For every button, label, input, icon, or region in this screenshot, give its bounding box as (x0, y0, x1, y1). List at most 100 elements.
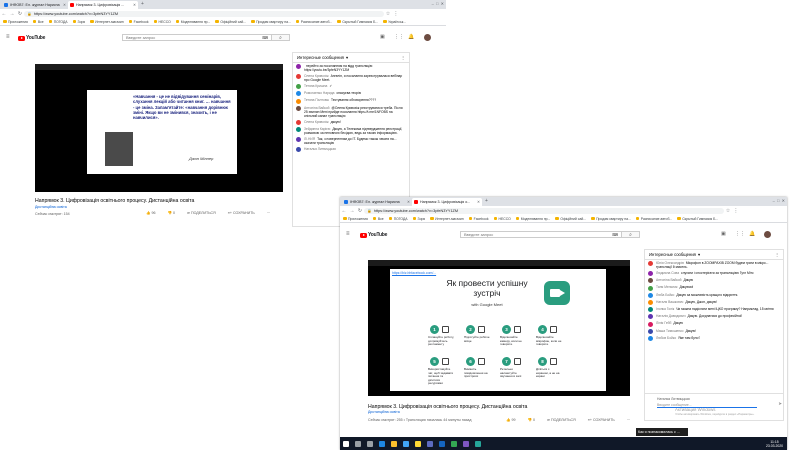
chat-message[interactable]: Зейдинна Карією Дякую, а Телекома підтвер… (293, 126, 409, 136)
save-button[interactable]: ≡+ СОХРАНИТЬ (588, 418, 621, 422)
apps-icon[interactable]: ⋮⋮ (394, 34, 404, 40)
dislike-button[interactable]: 👎 0 (527, 418, 540, 422)
menu-dots-icon[interactable]: ⋮ (401, 55, 405, 60)
avatar[interactable] (648, 335, 653, 341)
chat-message[interactable]: ЛІ.НИЯ Так, з поверненням до ІТ. Будемо т… (293, 136, 409, 146)
chat-message[interactable]: Тетяна Кришна ✓ (293, 83, 409, 90)
close-icon[interactable]: ✕ (405, 200, 410, 204)
bookmark-item[interactable]: Офіційний сай... (555, 217, 586, 221)
create-video-icon[interactable]: ▣ (721, 231, 726, 237)
chat-message[interactable]: Антоніна Вайкой Дякую (645, 277, 783, 284)
bell-icon[interactable]: 🔔 (408, 34, 414, 40)
slide-link[interactable]: https://biz.bhfacebook.com/... (392, 271, 436, 275)
chat-author[interactable]: Тетяна Кришна (304, 84, 327, 88)
bookmark-item[interactable]: Моделювання пр... (175, 20, 210, 24)
more-icon[interactable]: ⋯ (267, 211, 271, 215)
keyboard-icon[interactable]: ⌨ (262, 35, 268, 40)
save-button[interactable]: ≡+ СОХРАНИТЬ (228, 211, 261, 215)
windows-start-icon[interactable] (343, 440, 349, 447)
app-icon[interactable] (475, 440, 481, 447)
window-controls[interactable]: – □ ✕ (773, 198, 785, 203)
bookmark-item[interactable]: Моделювання пр... (515, 217, 550, 221)
chat-message[interactable]: Ілонка Голік Чи можна надіслати мені ІЦКО… (645, 306, 783, 313)
tab-journal[interactable]: ІНФОВ7: Ел. журнал Нарисна ✕ (2, 1, 68, 9)
avatar[interactable] (296, 119, 301, 125)
bookmark-item[interactable]: ПОГОДА (48, 20, 68, 24)
chat-author[interactable]: Лілія Гебб (656, 321, 671, 325)
video-player[interactable]: «Навчання - це не відвідування семінарів… (35, 64, 283, 192)
bookmark-item[interactable]: Facebook (128, 20, 149, 24)
search-button[interactable]: ⌕ (622, 231, 640, 238)
channel-name[interactable]: Дистанційна освіта (35, 205, 67, 209)
chat-author[interactable]: Таня Мельник (656, 285, 677, 289)
bookmark-item[interactable]: Продам квартиру на... (591, 217, 631, 221)
chat-author[interactable]: Любов Бойко (656, 336, 676, 340)
avatar[interactable] (296, 105, 301, 111)
close-icon[interactable]: ✕ (475, 200, 480, 204)
bookmark-item[interactable]: Зоря (72, 20, 85, 24)
chat-message[interactable]: Наталя Вашкович Дякую, Джон, дякую! (645, 299, 783, 306)
avatar[interactable] (648, 321, 653, 327)
chat-message[interactable]: Ромогаенко Нарида спасуєва теорію (293, 90, 409, 97)
word-icon[interactable] (439, 440, 445, 447)
chat-author[interactable]: Маша Тимошенко (656, 329, 683, 333)
avatar[interactable] (296, 98, 301, 104)
reload-icon[interactable]: ↻ (16, 11, 24, 17)
chat-message[interactable]: Наталія Давидович Дякую. Доєднатися до пр… (645, 313, 783, 320)
avatar[interactable] (296, 84, 301, 90)
chat-author[interactable]: Олена Кривохіж (304, 120, 329, 124)
viber-icon[interactable] (463, 440, 469, 447)
chat-message[interactable]: Олена Кривохіж дякую! (293, 119, 409, 126)
forward-icon[interactable]: → (8, 11, 16, 17)
chat-author[interactable]: Антоніна Вайкой (656, 278, 681, 282)
chat-message[interactable]: Олена Кривохіж Ангелін, я посилання зареє… (293, 73, 409, 83)
keyboard-icon[interactable]: ⌨ (612, 232, 618, 237)
hamburger-icon[interactable]: ≡ (346, 231, 350, 237)
back-icon[interactable]: ← (0, 11, 8, 17)
chat-author[interactable]: Наталя Вашкович (656, 300, 683, 304)
store-icon[interactable] (403, 440, 409, 447)
explorer-icon[interactable] (391, 440, 397, 447)
menu-dots-icon[interactable]: ⋮ (392, 11, 400, 17)
more-icon[interactable]: ⋯ (627, 418, 631, 422)
bookmark-item[interactable]: Все (32, 20, 44, 24)
edge-icon[interactable] (379, 440, 385, 447)
tab-journal[interactable]: ІНФОВ7: Ел. журнал Нарисна ✕ (342, 198, 412, 206)
app-icon[interactable] (427, 440, 433, 447)
bookmark-item[interactable]: НЕССО (493, 217, 511, 221)
chat-message[interactable]: Тетяна Палтовы Тестування обговорення???? (293, 97, 409, 104)
avatar[interactable] (648, 285, 653, 291)
search-button[interactable]: ⌕ (272, 34, 290, 41)
new-tab-icon[interactable]: + (141, 1, 144, 7)
bookmark-item[interactable]: Интернет-магазин (430, 217, 464, 221)
avatar[interactable] (648, 278, 653, 284)
bookmark-item[interactable]: Приложения (343, 217, 368, 221)
youtube-logo[interactable]: YouTube (360, 232, 387, 238)
dislike-button[interactable]: 👎 0 (167, 211, 180, 215)
youtube-logo[interactable]: YouTube (18, 35, 45, 41)
bookmark-item[interactable]: Все (372, 217, 384, 221)
chat-author[interactable]: Люба Бойко (656, 293, 674, 297)
bookmark-item[interactable]: Продам квартиру на... (251, 20, 291, 24)
share-button[interactable]: ➦ ПОДЕЛИТЬСЯ (547, 418, 582, 422)
bookmark-item[interactable]: Расписание автоб... (635, 217, 672, 221)
like-button[interactable]: 👍 99 (506, 418, 521, 422)
chat-author[interactable]: Людмила Сова (656, 271, 679, 275)
avatar[interactable] (296, 91, 301, 97)
reload-icon[interactable]: ↻ (356, 208, 364, 214)
chevron-down-icon[interactable]: ▾ (346, 55, 348, 60)
like-button[interactable]: 👍 96 (146, 211, 161, 215)
back-icon[interactable]: ← (340, 208, 348, 214)
avatar[interactable] (648, 261, 653, 267)
search-input[interactable]: Введите запрос ⌨ (460, 231, 622, 238)
avatar[interactable] (648, 307, 653, 313)
bookmark-item[interactable]: НЕССО (153, 20, 171, 24)
bookmark-item[interactable]: Приложения (3, 20, 28, 24)
channel-name[interactable]: Дистанційна освіта (368, 410, 400, 414)
avatar[interactable] (648, 299, 653, 305)
notification-popup[interactable]: Как я познакомилась с ... (636, 428, 688, 436)
avatar[interactable] (648, 314, 653, 320)
forward-icon[interactable]: → (348, 208, 356, 214)
chat-message[interactable]: Люба Бойко Дякую за можливість кращого ві… (645, 292, 783, 299)
new-tab-icon[interactable]: + (485, 198, 488, 204)
